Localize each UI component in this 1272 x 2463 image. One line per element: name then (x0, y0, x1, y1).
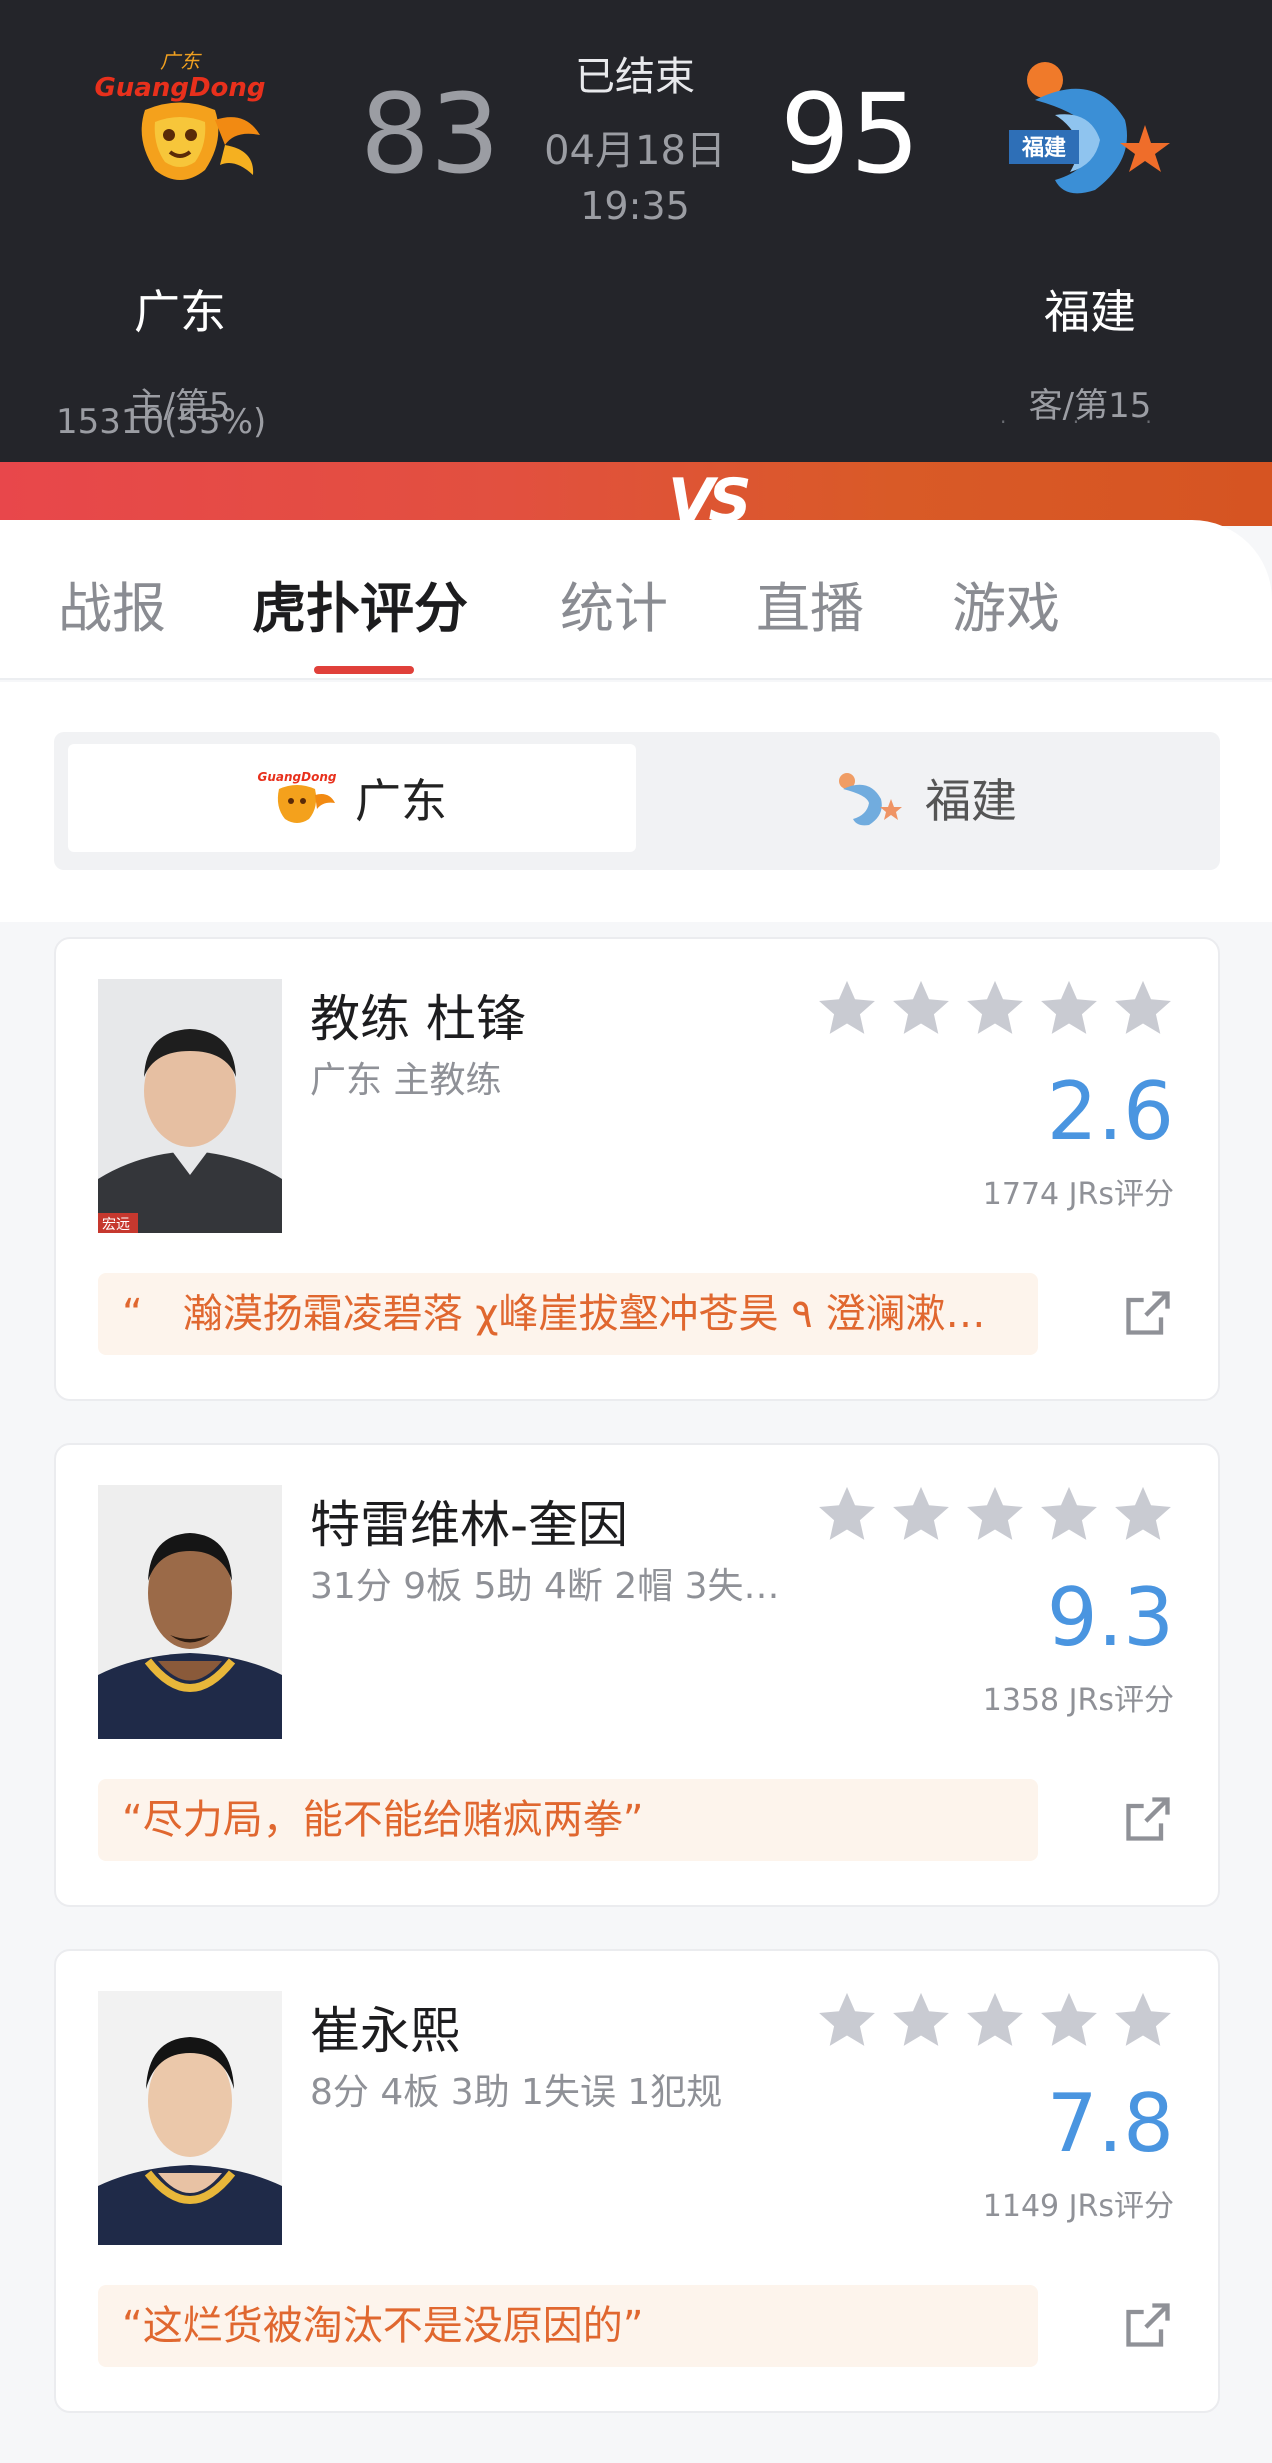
player-name: 崔永熙 (310, 2002, 460, 2060)
player-desc: 广东 主教练 (310, 1060, 502, 1101)
match-state: 已结束 (575, 54, 695, 100)
team-switch: GuangDong 广东 福建 (54, 732, 1220, 870)
top-comment[interactable]: “这烂货被淘汰不是没原因的” (98, 2285, 1038, 2367)
top-comment[interactable]: “ 瀚漠扬霜凌碧落 χ峰崖拔壑冲苍昊 ٩ 澄澜漱… (98, 1273, 1038, 1355)
star-icon[interactable] (964, 1483, 1026, 1545)
star-icon[interactable] (890, 977, 952, 1039)
away-team[interactable]: 福建 福建 客/第15 (950, 40, 1230, 427)
tab-report[interactable]: 战报 (58, 564, 166, 643)
star-icon[interactable] (1112, 1989, 1174, 2051)
star-icon[interactable] (1112, 977, 1174, 1039)
rating-stars[interactable] (816, 1483, 1174, 1545)
player-name: 特雷维林-奎因 (310, 1496, 629, 1554)
svg-text:福建: 福建 (1021, 136, 1066, 161)
team-switch-fujian[interactable]: 福建 (638, 744, 1206, 852)
share-icon[interactable] (1122, 2299, 1174, 2351)
star-icon[interactable] (1038, 1483, 1100, 1545)
rating-stars[interactable] (816, 977, 1174, 1039)
rating-score: 2.6 (1046, 1065, 1174, 1158)
team-switch-right-label: 福建 (925, 774, 1017, 828)
rating-stars[interactable] (816, 1989, 1174, 2051)
match-date: 04月18日 (544, 128, 726, 174)
tab-games[interactable]: 游戏 (952, 564, 1060, 643)
vs-banner (0, 462, 1272, 526)
svg-text:GuangDong: GuangDong (258, 770, 337, 784)
star-icon[interactable] (1038, 1989, 1100, 2051)
home-team[interactable]: 广东 GuangDong 广东 主/第5 (40, 40, 320, 427)
home-support-count: 15310(55%) (56, 402, 267, 442)
rating-votes: 1774 JRs评分 (982, 1177, 1174, 1212)
star-icon[interactable] (890, 1989, 952, 2051)
player-desc: 31分 9板 5助 4断 2帽 3失… (310, 1566, 780, 1607)
rating-votes: 1149 JRs评分 (982, 2189, 1174, 2224)
star-icon[interactable] (816, 977, 878, 1039)
match-header: 广东 GuangDong 广东 主/第5 15310(55%) 83 已结束 0… (0, 0, 1272, 462)
star-icon[interactable] (1038, 977, 1100, 1039)
team-switch-left-label: 广东 (355, 774, 447, 828)
fujian-logo-icon: 福建 (1009, 62, 1170, 194)
home-team-name: 广东 (134, 285, 226, 339)
rating-card[interactable]: 崔永熙 8分 4板 3助 1失误 1犯规 7.8 1149 JRs评分 “这烂货… (54, 1949, 1220, 2413)
svg-text:宏远: 宏远 (102, 1217, 130, 1233)
star-icon[interactable] (816, 1483, 878, 1545)
tab-bar: 战报 虎扑评分 统计 直播 游戏 (0, 520, 1272, 680)
top-comment[interactable]: “尽力局，能不能给赌疯两拳” (98, 1779, 1038, 1861)
star-icon[interactable] (964, 977, 1026, 1039)
avatar: 宏远 (98, 979, 282, 1233)
rating-votes: 1358 JRs评分 (982, 1683, 1174, 1718)
svg-text:GuangDong: GuangDong (94, 73, 265, 103)
tab-stats[interactable]: 统计 (560, 564, 668, 643)
star-icon[interactable] (964, 1989, 1026, 2051)
away-team-name: 福建 (1044, 285, 1136, 339)
tab-hupu-rating[interactable]: 虎扑评分 (252, 564, 468, 643)
player-name: 教练 杜锋 (310, 990, 526, 1048)
match-time: 19:35 (580, 184, 690, 228)
home-score: 83 (360, 70, 500, 198)
guangdong-logo-icon: GuangDong (258, 770, 337, 823)
svg-text:广东: 广东 (160, 49, 202, 73)
guangdong-logo-icon: 广东 GuangDong (94, 49, 266, 180)
player-desc: 8分 4板 3助 1失误 1犯规 (310, 2072, 723, 2113)
away-score: 95 (780, 70, 920, 198)
avatar (98, 1485, 282, 1739)
share-icon[interactable] (1122, 1793, 1174, 1845)
rating-score: 7.8 (1046, 2077, 1174, 2170)
star-icon[interactable] (816, 1989, 878, 2051)
active-tab-indicator (314, 666, 414, 674)
star-icon[interactable] (890, 1483, 952, 1545)
rating-card[interactable]: 宏远 教练 杜锋 广东 主教练 2.6 1774 JRs评分 “ 瀚漠扬霜凌碧落… (54, 937, 1220, 1401)
tab-live[interactable]: 直播 (756, 564, 864, 643)
away-support-placeholder: · · · (1000, 410, 1182, 434)
team-switch-section: GuangDong 广东 福建 (0, 682, 1272, 922)
avatar (98, 1991, 282, 2245)
rating-card[interactable]: 特雷维林-奎因 31分 9板 5助 4断 2帽 3失… 9.3 1358 JRs… (54, 1443, 1220, 1907)
team-switch-guangdong[interactable]: GuangDong 广东 (68, 744, 636, 852)
share-icon[interactable] (1122, 1287, 1174, 1339)
fujian-logo-icon (839, 773, 902, 826)
star-icon[interactable] (1112, 1483, 1174, 1545)
rating-score: 9.3 (1046, 1571, 1174, 1664)
